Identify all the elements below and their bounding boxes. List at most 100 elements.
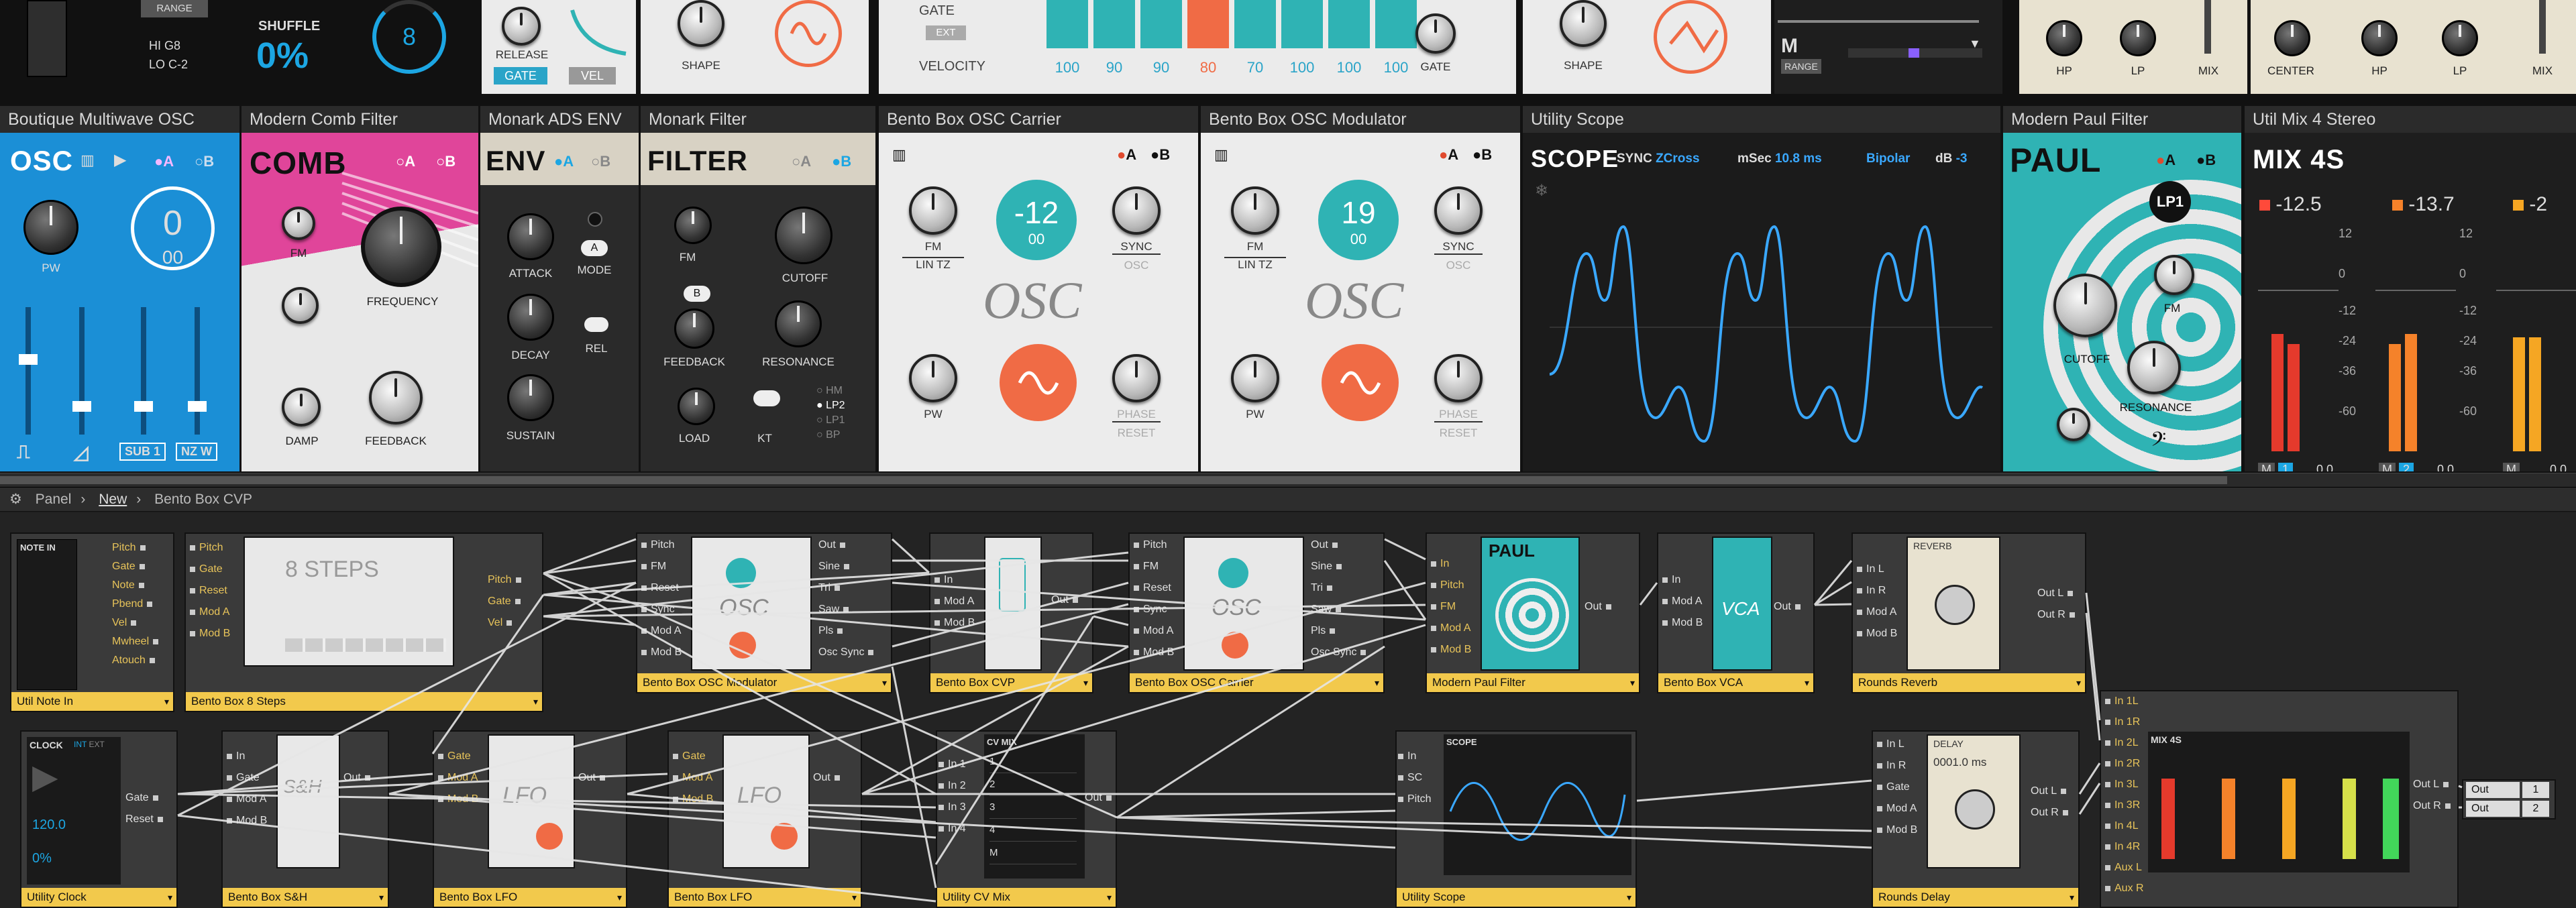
input-port[interactable]: Gate [673,750,706,762]
cutoff-knob[interactable] [2053,274,2117,337]
play-icon[interactable]: ▶ [32,757,58,796]
pm-osc-carrier[interactable]: OSC Pitch FM Reset Sync Mod A Mod B Out Sine Tr… [1128,532,1385,693]
sync-knob[interactable] [1434,186,1483,235]
sustain-knob[interactable] [507,374,554,421]
pm-cv-mix[interactable]: CV MIX 1 2 3 4 M In 1 In 2 In 3 In 4 Out Utilit… [936,730,1117,908]
vel-toggle[interactable]: VEL [569,67,616,84]
input-port[interactable]: Sync [1134,604,1167,616]
mode-switch[interactable]: A [581,240,608,256]
output-port[interactable]: Osc Sync [818,646,873,659]
sync-knob[interactable] [1112,186,1161,235]
filter-mode-option[interactable]: ○ HM [816,384,845,398]
cv-mix-channel[interactable]: 3 [989,801,1077,819]
input-port[interactable]: Mod B [1662,617,1703,629]
pm-mix4s[interactable]: MIX 4S In 1L In 1R In 2L In 2R In 3L In 3R In … [2100,690,2459,908]
a-toggle[interactable]: ●A [2156,152,2176,169]
output-port[interactable]: Reset [125,813,163,826]
output-port[interactable]: Out [818,539,845,551]
module-name-dropdown[interactable]: Rounds Reverb [1853,673,2085,692]
chevron-down-icon[interactable]: ▼ [1969,37,1981,51]
module-name-dropdown[interactable]: Rounds Delay [1873,888,2078,907]
pm-lfo-2[interactable]: LFO Gate Mod A Mod B Out Bento Box LFO [667,730,862,908]
input-port[interactable]: Pitch [1431,579,1464,591]
input-port[interactable]: In L [1877,738,1904,750]
pm-sh[interactable]: S&H In Gate Mod A Mod B Out Bento Box S&H [221,730,389,908]
module-name-dropdown[interactable]: Bento Box LFO [434,888,626,907]
pw-knob[interactable] [23,200,78,255]
fm-knob[interactable] [2154,255,2194,295]
pan-slider-2[interactable] [2375,290,2456,291]
input-port[interactable]: In L [1857,563,1884,575]
sub1-button[interactable]: SUB 1 [119,443,166,461]
sync-mode[interactable]: ZCross [1656,152,1699,166]
mix2-fader[interactable] [2539,0,2546,54]
input-port[interactable]: Gate [1877,781,1910,793]
a-toggle[interactable]: ●A [154,153,174,170]
output-port[interactable]: Pitch [112,542,146,554]
a-toggle[interactable]: ●A [1439,146,1458,164]
pw-knob[interactable] [909,354,957,402]
b-toggle[interactable]: ●B [1150,146,1170,164]
input-port[interactable]: Mod A [1877,803,1917,815]
output-port[interactable]: Pls [1311,625,1335,637]
mute-button-2[interactable]: M [2379,463,2396,471]
output-port[interactable]: Tri [1311,582,1332,594]
input-port[interactable]: In R [1857,585,1886,597]
velocity-step-7[interactable] [1328,0,1370,48]
cv-mix-channel[interactable]: 4 [989,824,1077,842]
a-toggle[interactable]: ○A [792,153,811,170]
input-port[interactable]: In R [1877,760,1906,772]
input-port[interactable]: Mod A [1662,595,1702,608]
output-port[interactable]: Out R [2037,609,2075,621]
input-port[interactable]: In 2 [938,780,966,792]
input-port[interactable]: In 2L [2105,737,2139,749]
output-port[interactable]: Out [1311,539,1338,551]
msec-value[interactable]: 10.8 ms [1775,152,1822,166]
velocity-step-5[interactable] [1234,0,1276,48]
shape2-knob[interactable] [1560,0,1607,47]
shape-knob[interactable] [678,0,724,47]
input-port[interactable]: Mod A [1857,606,1896,618]
input-port[interactable]: SC [1398,772,1422,784]
noise-button[interactable]: NZ W [176,443,217,461]
velocity-step-8[interactable] [1375,0,1417,48]
output-port[interactable]: Out R [2031,807,2068,819]
filter-mode-option[interactable]: ● LP2 [816,398,845,413]
velocity-step-3[interactable] [1140,0,1182,48]
input-port[interactable]: In 4 [938,823,966,835]
mute-button-1[interactable]: M [2258,463,2275,471]
output-port[interactable]: Gate [112,561,145,573]
b-toggle[interactable]: ●B [2196,152,2216,169]
output-port[interactable]: Out [343,772,370,784]
a-toggle[interactable]: ●A [554,153,574,170]
input-port[interactable]: In 4R [2105,841,2140,853]
fm-knob[interactable] [909,186,957,235]
input-port[interactable]: In 1 [938,758,966,771]
range-slider[interactable] [1848,48,1982,58]
piano-icon[interactable]: ▥ [1214,146,1228,164]
input-port[interactable]: FM [1431,601,1456,613]
mix-fader[interactable] [2204,0,2211,54]
ext-button[interactable]: EXT [926,25,966,40]
output-port[interactable]: Pls [818,625,843,637]
sine-wave-icon[interactable] [1322,344,1399,421]
input-port[interactable]: Mod B [1431,644,1471,656]
input-port[interactable]: Mod B [641,646,682,659]
output-port[interactable]: Gate [125,792,158,804]
input-port[interactable]: Reset [1134,582,1171,594]
input-port[interactable]: In 3 [938,801,966,813]
pm-paul-filter[interactable]: PAUL In Pitch FM Mod A Mod B Out Modern Paul… [1426,532,1640,693]
output-port[interactable]: Gate [488,595,521,608]
output-port[interactable]: Atouch [112,655,155,667]
breadcrumb-panel[interactable]: Panel [36,492,72,507]
lp-knob[interactable] [2120,20,2156,56]
input-port[interactable]: Mod A [1431,622,1470,634]
hp2-knob[interactable] [2361,20,2398,56]
input-port[interactable]: In 1R [2105,716,2140,728]
input-port[interactable]: FM [641,561,666,573]
rack-scrollbar[interactable] [0,473,2576,488]
mute-button-3[interactable]: M [2503,463,2520,471]
input-port[interactable]: In [1398,750,1416,762]
pm-vca[interactable]: VCA In Mod A Mod B Out Bento Box VCA [1657,532,1815,693]
output-port[interactable]: Out [1085,792,1112,804]
